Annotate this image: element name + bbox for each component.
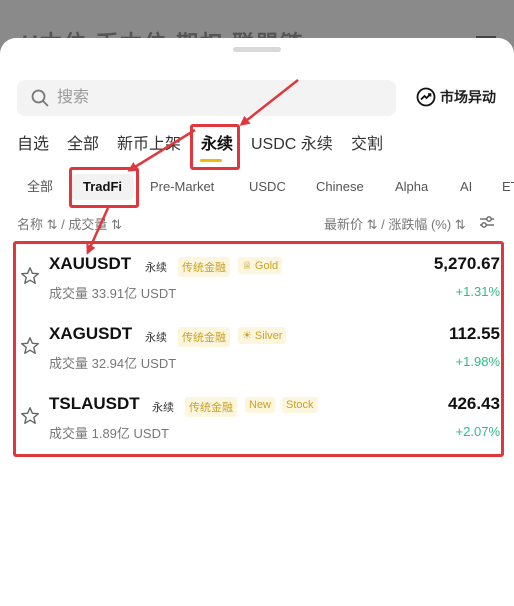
annotation-arrows [86,79,299,255]
arrow-to-tradfi-subtab [127,128,196,172]
arrow-to-results [86,207,110,255]
arrow-to-perpetual-tab [239,79,299,126]
